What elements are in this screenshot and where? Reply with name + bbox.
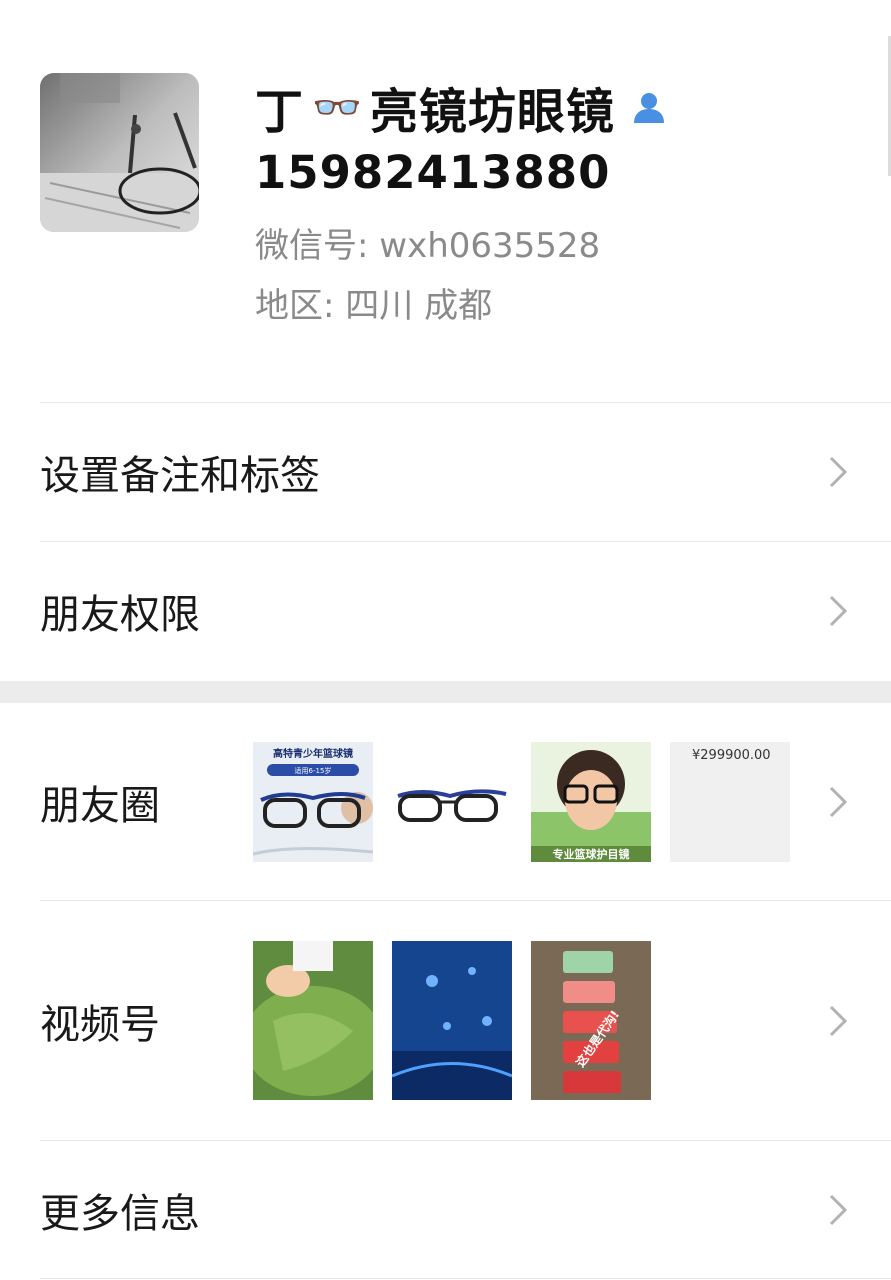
aquarium-video-icon	[392, 941, 512, 1100]
channels-row[interactable]: 视频号 这也是代沟!	[0, 901, 891, 1140]
divider	[40, 1278, 891, 1279]
contact-name-prefix: 丁	[255, 84, 305, 140]
person-icon	[633, 93, 664, 123]
ad-subcaption: 适用6-15岁	[295, 766, 332, 775]
region: 地区: 四川 成都	[255, 286, 493, 326]
watermelon-video-icon: 这也是代沟!	[531, 941, 651, 1100]
ad-caption: 高特青少年篮球镜	[273, 747, 353, 760]
price-label: ¥299900.00	[692, 748, 771, 763]
name-row: 丁 👓 亮镜坊眼镜	[255, 76, 669, 140]
remarks-tags-row[interactable]: 设置备注和标签	[0, 403, 891, 541]
chevron-right-icon	[829, 456, 848, 488]
moments-row[interactable]: 朋友圈 高特青少年篮球镜 适用6-15岁 专业篮球护目镜 ¥299900.00	[0, 703, 891, 900]
more-info-row[interactable]: 更多信息	[0, 1141, 891, 1278]
channels-thumb-3[interactable]: 这也是代沟!	[531, 941, 651, 1100]
photo-caption: 专业篮球护目镜	[553, 847, 630, 861]
wechat-id: 微信号: wxh0635528	[255, 226, 601, 266]
channels-label: 视频号	[40, 1001, 160, 1048]
moments-label: 朋友圈	[40, 782, 160, 829]
section-gap	[0, 681, 891, 703]
boy-with-glasses-photo-icon: 专业篮球护目镜	[531, 742, 651, 862]
chevron-right-icon	[829, 595, 848, 627]
glasses-emoji-icon: 👓	[312, 84, 362, 131]
channels-thumb-1[interactable]	[253, 941, 373, 1100]
basketball-glasses-ad-icon: 高特青少年篮球镜 适用6-15岁	[253, 742, 373, 862]
chevron-right-icon	[829, 786, 848, 817]
friend-permissions-label: 朋友权限	[40, 592, 200, 638]
chevron-right-icon	[829, 1194, 848, 1225]
channels-thumb-2[interactable]	[392, 941, 512, 1100]
moments-thumb-2[interactable]	[392, 742, 512, 862]
phone-number: 15982413880	[255, 146, 611, 199]
lotus-leaf-video-icon	[253, 941, 373, 1100]
chevron-right-icon	[829, 1005, 848, 1036]
contact-profile-page: 丁 👓 亮镜坊眼镜 15982413880 微信号: wxh0635528 地区…	[0, 0, 891, 1280]
sport-glasses-photo-icon	[392, 742, 512, 862]
moments-thumb-4[interactable]: ¥299900.00	[670, 742, 790, 862]
remarks-tags-label: 设置备注和标签	[40, 453, 320, 499]
moments-thumb-3[interactable]: 专业篮球护目镜	[531, 742, 651, 862]
channels-thumbnails: 这也是代沟!	[253, 941, 651, 1100]
contact-name-suffix: 亮镜坊眼镜	[369, 84, 615, 140]
glasses-photo-icon	[40, 73, 199, 232]
more-info-label: 更多信息	[40, 1190, 200, 1237]
profile-header: 丁 👓 亮镜坊眼镜 15982413880 微信号: wxh0635528 地区…	[0, 0, 891, 402]
avatar[interactable]	[40, 73, 199, 232]
moments-thumbnails: 高特青少年篮球镜 适用6-15岁 专业篮球护目镜 ¥299900.00	[253, 742, 790, 862]
friend-permissions-row[interactable]: 朋友权限	[0, 542, 891, 680]
moments-thumb-1[interactable]: 高特青少年篮球镜 适用6-15岁	[253, 742, 373, 862]
